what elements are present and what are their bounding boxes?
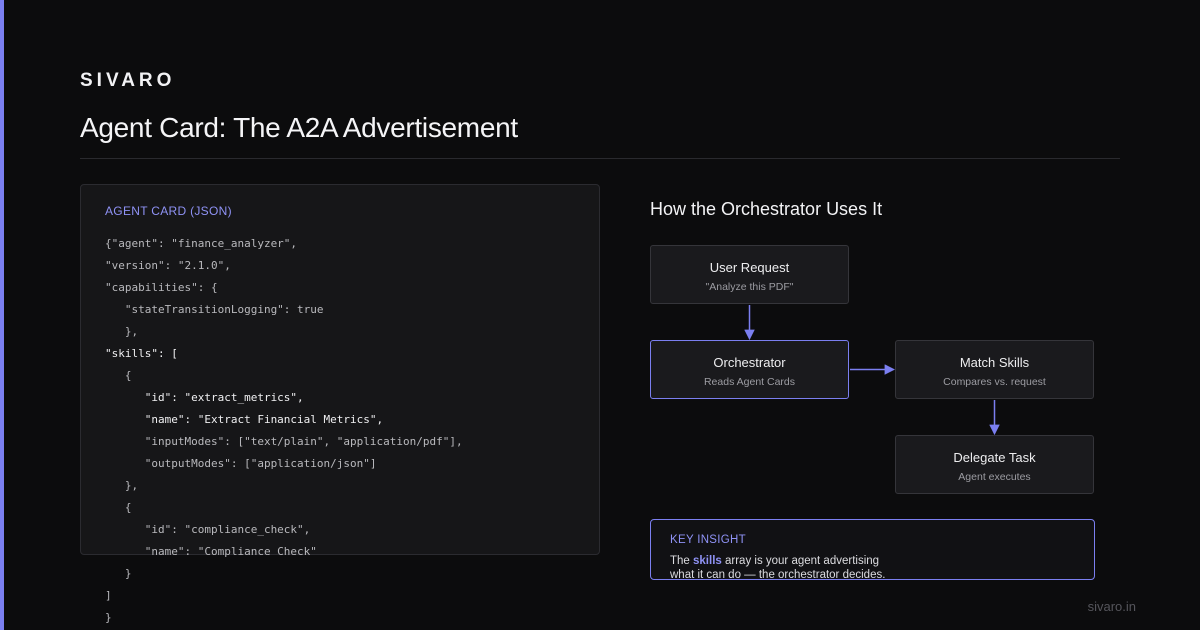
node-subtitle: Reads Agent Cards xyxy=(703,376,796,388)
code-line: "version": "2.1.0", xyxy=(105,259,231,272)
code-line: "name": "Compliance Check" xyxy=(105,545,317,558)
footer-url: sivaro.in xyxy=(1087,599,1136,614)
code-line: "inputModes": ["text/plain", "applicatio… xyxy=(105,435,463,448)
node-title: Orchestrator xyxy=(713,355,786,370)
match-skills-node: Match Skills Compares vs. request xyxy=(895,340,1094,399)
insight-text-before: The xyxy=(670,555,694,567)
code-line: {"agent": "finance_analyzer", xyxy=(105,237,298,250)
code-line: }, xyxy=(105,325,139,338)
code-line: }, xyxy=(105,479,139,492)
delegate-task-node: Delegate Task Agent executes xyxy=(895,435,1094,494)
flow-title: How the Orchestrator Uses It xyxy=(650,199,883,219)
insight-label: KEY INSIGHT xyxy=(670,534,746,546)
json-code-block: {"agent": "finance_analyzer", "version":… xyxy=(105,233,463,629)
code-line: "capabilities": { xyxy=(105,281,218,294)
insight-highlight: skills xyxy=(693,555,722,567)
code-line: "stateTransitionLogging": true xyxy=(105,303,324,316)
code-line: } xyxy=(105,611,112,624)
code-line: "id": "extract_metrics", xyxy=(105,391,304,404)
node-title: Delegate Task xyxy=(953,450,1036,465)
page-title: Agent Card: The A2A Advertisement xyxy=(80,112,518,143)
node-subtitle: "Analyze this PDF" xyxy=(705,281,794,293)
key-insight-box: KEY INSIGHT The skills array is your age… xyxy=(650,519,1095,580)
code-line: { xyxy=(105,501,132,514)
divider xyxy=(80,158,1120,159)
code-line: } xyxy=(105,567,132,580)
node-title: Match Skills xyxy=(959,355,1030,370)
orchestrator-node: Orchestrator Reads Agent Cards xyxy=(650,340,849,399)
code-line: { xyxy=(105,369,132,382)
accent-bar xyxy=(0,0,4,630)
code-line: "outputModes": ["application/json"] xyxy=(105,457,377,470)
code-line: ] xyxy=(105,589,112,602)
user-request-node: User Request "Analyze this PDF" xyxy=(650,245,849,304)
code-card-label: AGENT CARD (JSON) xyxy=(105,204,232,218)
node-subtitle: Compares vs. request xyxy=(943,376,1046,388)
brand-logo: SIVARO xyxy=(80,70,176,91)
code-line: "skills": [ xyxy=(105,347,178,360)
node-subtitle: Agent executes xyxy=(958,471,1031,483)
code-line: "name": "Extract Financial Metrics", xyxy=(105,413,384,426)
node-title: User Request xyxy=(709,260,790,275)
code-line: "id": "compliance_check", xyxy=(105,523,311,536)
insight-text: The skills array is your agent advertisi… xyxy=(670,554,900,579)
